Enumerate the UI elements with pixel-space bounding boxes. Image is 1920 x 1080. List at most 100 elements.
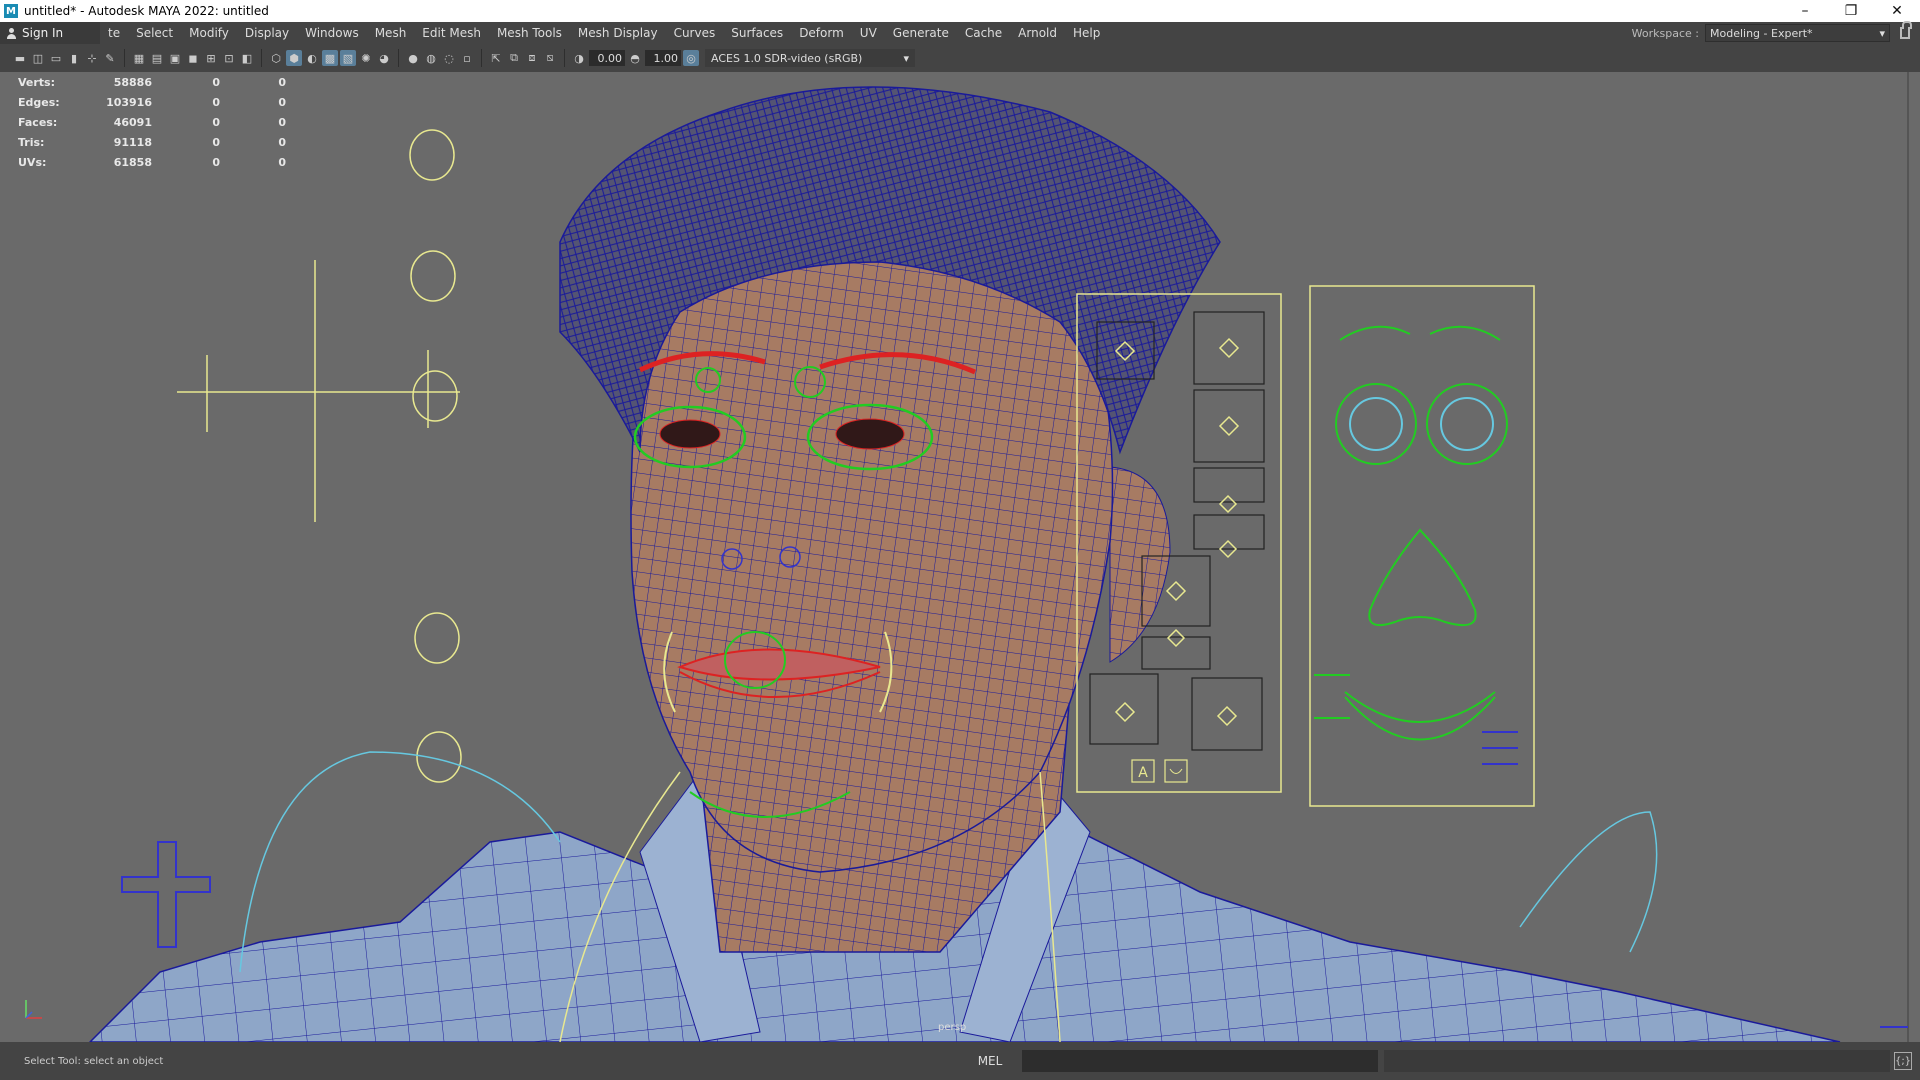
menu-item-mesh-tools[interactable]: Mesh Tools [489,26,570,40]
shadows-icon[interactable]: ◕ [376,50,392,66]
hud-value: 0 [278,75,286,89]
ambient-occlusion-icon[interactable]: ● [405,50,421,66]
xray-active-icon[interactable]: ⧈ [524,50,540,66]
camera-icon[interactable]: ▬ [12,50,28,66]
menu-item-select[interactable]: Select [128,26,181,40]
color-management-icon[interactable]: ◎ [683,50,699,66]
textured-icon[interactable]: ▧ [340,50,356,66]
hud-value: 0 [212,75,220,89]
hud-value: 0 [278,135,286,149]
motion-blur-icon[interactable]: ◍ [423,50,439,66]
window-controls: – ❐ ✕ [1782,0,1920,22]
menu-item-modify[interactable]: Modify [181,26,237,40]
hud-value: 0 [212,95,220,109]
menu-item-generate[interactable]: Generate [885,26,957,40]
exposure-icon[interactable]: ◑ [571,50,587,66]
safe-title-icon[interactable]: ◧ [239,50,255,66]
user-icon [6,27,17,39]
image-plane-icon[interactable]: ▮ [66,50,82,66]
sign-in-button[interactable]: Sign In [0,22,100,44]
viewport-persp[interactable]: A Verts: 58886 0 0 Edges: 103916 0 0 Fac… [0,72,1920,1042]
menu-item-deform[interactable]: Deform [791,26,852,40]
hud-row: UVs: 61858 0 0 [18,152,286,172]
menu-item-mesh-display[interactable]: Mesh Display [570,26,666,40]
workspace-dropdown[interactable]: Modeling - Expert* ▾ [1705,24,1890,42]
gamma-field[interactable]: 1.00 [645,50,681,66]
minimize-button[interactable]: – [1782,0,1828,22]
close-button[interactable]: ✕ [1874,0,1920,22]
lock-icon[interactable] [1900,21,1912,39]
xray-icon[interactable]: ⧉ [506,50,522,66]
panel-letter: A [1138,765,1148,781]
xray-joints-icon[interactable]: ⧅ [542,50,558,66]
hud-label: Faces: [18,115,58,129]
scene-render: A [88,72,1909,1042]
view-transform-value: ACES 1.0 SDR-video (sRGB) [711,51,863,65]
hud-label: Edges: [18,95,60,109]
film-gate-icon[interactable]: ▤ [149,50,165,66]
depth-of-field-icon[interactable]: ▫ [459,50,475,66]
bookmark-icon[interactable]: ▭ [48,50,64,66]
2d-pan-zoom-icon[interactable]: ⊹ [84,50,100,66]
menu-item-display[interactable]: Display [237,26,297,40]
hud-row: Verts: 58886 0 0 [18,72,286,92]
toolbar-divider [481,49,482,67]
gamma-icon[interactable]: ◓ [627,50,643,66]
view-transform-dropdown[interactable]: ACES 1.0 SDR-video (sRGB) ▾ [705,49,915,67]
workspace-value: Modeling - Expert* [1710,26,1813,40]
lights-icon[interactable]: ✺ [358,50,374,66]
menu-items: te Select Modify Display Windows Mesh Ed… [100,26,1108,40]
panel-toolbar: ▬ ◫ ▭ ▮ ⊹ ✎ ▦ ▤ ▣ ◼ ⊞ ⊡ ◧ ⬡ ⬢ ◐ ▩ ▧ ✺ ◕ … [0,44,1920,72]
wireframe-icon[interactable]: ⬡ [268,50,284,66]
workspace-selector: Workspace : Modeling - Expert* ▾ [1631,21,1912,44]
menu-item-help[interactable]: Help [1065,26,1108,40]
menu-item-mesh[interactable]: Mesh [367,26,415,40]
hud-value: 0 [278,155,286,169]
hud-value: 58886 [113,75,152,89]
command-result-field [1384,1050,1890,1072]
toolbar-divider [564,49,565,67]
smooth-shade-icon[interactable]: ⬢ [286,50,302,66]
menu-item-arnold[interactable]: Arnold [1010,26,1065,40]
script-editor-icon[interactable]: {;} [1894,1052,1912,1070]
toolbar-divider [124,49,125,67]
hud-label: Tris: [18,135,45,149]
hud-value: 0 [278,115,286,129]
gate-mask-icon[interactable]: ◼ [185,50,201,66]
chevron-down-icon: ▾ [903,51,909,65]
script-language-toggle[interactable]: MEL [960,1054,1020,1068]
menu-item-file[interactable]: te [100,26,128,40]
menu-item-surfaces[interactable]: Surfaces [723,26,791,40]
wireframe-on-shaded-icon[interactable]: ▩ [322,50,338,66]
exposure-field[interactable]: 0.00 [589,50,625,66]
safe-action-icon[interactable]: ⊡ [221,50,237,66]
workspace-label: Workspace : [1631,26,1699,40]
hud-row: Edges: 103916 0 0 [18,92,286,112]
command-line-input[interactable] [1022,1050,1378,1072]
status-bar: Select Tool: select an object MEL {;} [0,1042,1920,1080]
field-chart-icon[interactable]: ⊞ [203,50,219,66]
window-title: untitled* - Autodesk MAYA 2022: untitled [24,4,269,18]
menu-item-curves[interactable]: Curves [666,26,724,40]
title-bar: M untitled* - Autodesk MAYA 2022: untitl… [0,0,1920,22]
menu-item-edit-mesh[interactable]: Edit Mesh [414,26,489,40]
toolbar-divider [398,49,399,67]
default-material-icon[interactable]: ◐ [304,50,320,66]
hud-value: 0 [212,155,220,169]
resolution-gate-icon[interactable]: ▣ [167,50,183,66]
view-axis-icon [25,1000,42,1019]
hud-value: 61858 [113,155,152,169]
camera-attributes-icon[interactable]: ◫ [30,50,46,66]
hud-row: Tris: 91118 0 0 [18,132,286,152]
hud-label: Verts: [18,75,56,89]
grid-icon[interactable]: ▦ [131,50,147,66]
anti-aliasing-icon[interactable]: ◌ [441,50,457,66]
menu-item-uv[interactable]: UV [852,26,885,40]
grease-pencil-icon[interactable]: ✎ [102,50,118,66]
hud-value: 46091 [113,115,152,129]
menu-item-windows[interactable]: Windows [297,26,367,40]
restore-button[interactable]: ❐ [1828,0,1874,22]
isolate-select-icon[interactable]: ⇱ [488,50,504,66]
menu-item-cache[interactable]: Cache [957,26,1010,40]
sign-in-label: Sign In [22,26,64,40]
